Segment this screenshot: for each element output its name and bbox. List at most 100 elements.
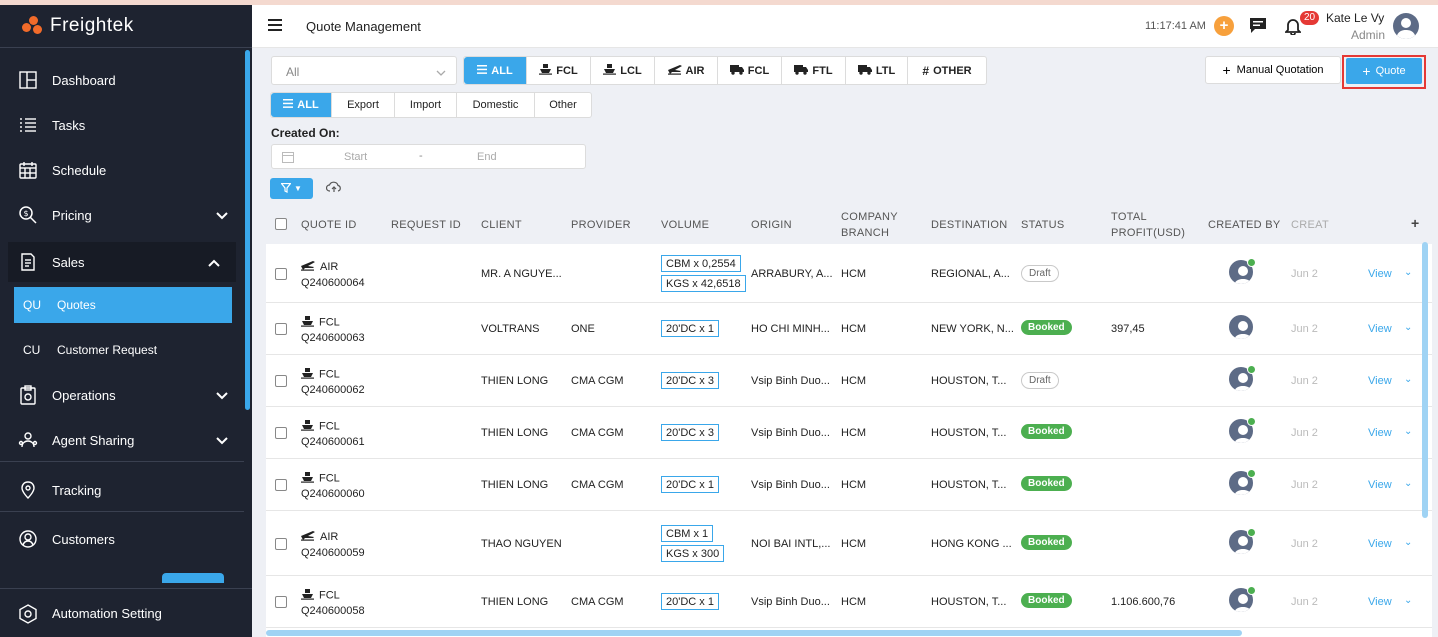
sidebar-item-dashboard[interactable]: Dashboard: [0, 60, 244, 100]
table-row[interactable]: FCL Q240600060 THIEN LONG CMA CGM 20'DC x 1 V…: [266, 459, 1432, 511]
quote-id[interactable]: Q240600061: [301, 436, 365, 448]
provider-name: ONE: [571, 323, 595, 335]
quick-add-button[interactable]: +: [1214, 16, 1234, 36]
page-title: Quote Management: [306, 19, 421, 34]
col-total-profit[interactable]: TOTAL PROFIT(USD): [1111, 209, 1185, 241]
chevron-down-icon[interactable]: ⌄: [1404, 322, 1412, 333]
col-destination[interactable]: DESTINATION: [931, 217, 1007, 233]
tab-scope-all[interactable]: ALL: [271, 93, 332, 117]
tab-fcl-truck[interactable]: FCL: [718, 57, 782, 84]
freightek-logo-icon: [22, 15, 44, 37]
col-client[interactable]: CLIENT: [481, 217, 522, 233]
filter-button[interactable]: ▼: [270, 178, 313, 199]
date-range-picker[interactable]: Start - End: [271, 144, 586, 169]
table-row[interactable]: AIR Q240600064 MR. A NGUYE... CBM x 0,2554 K…: [266, 244, 1432, 303]
plane-icon: [667, 64, 682, 78]
tab-export[interactable]: Export: [332, 93, 395, 117]
tab-other-scope[interactable]: Other: [535, 93, 591, 117]
cloud-upload-icon[interactable]: [325, 181, 342, 196]
sidebar-subitem-quotes[interactable]: QU Quotes: [14, 287, 232, 323]
sidebar-item-schedule[interactable]: Schedule: [0, 150, 244, 190]
add-quote-button[interactable]: + Quote: [1346, 58, 1422, 84]
view-link[interactable]: View: [1368, 268, 1392, 280]
chevron-down-icon[interactable]: ⌄: [1404, 537, 1412, 548]
tab-ltl[interactable]: LTL: [846, 57, 908, 84]
table-row[interactable]: FCL Q240600062 THIEN LONG CMA CGM 20'DC x 3 V…: [266, 355, 1432, 407]
col-created-at[interactable]: CREAT: [1291, 217, 1329, 233]
row-checkbox[interactable]: [275, 375, 287, 387]
col-quote-id[interactable]: QUOTE ID: [301, 217, 357, 233]
quote-id[interactable]: Q240600059: [301, 547, 365, 559]
view-link[interactable]: View: [1368, 596, 1392, 608]
view-link[interactable]: View: [1368, 375, 1392, 387]
table-vertical-scrollbar[interactable]: [1422, 242, 1428, 518]
sidebar-item-automation-setting[interactable]: Automation Setting: [0, 588, 252, 637]
quote-id[interactable]: Q240600058: [301, 605, 365, 617]
type-select[interactable]: All: [271, 56, 457, 85]
chat-icon[interactable]: [1249, 17, 1267, 37]
bell-icon[interactable]: [1283, 17, 1303, 38]
sidebar-item-customers[interactable]: Customers: [0, 519, 244, 559]
chevron-down-icon[interactable]: ⌄: [1404, 267, 1412, 278]
row-checkbox[interactable]: [275, 427, 287, 439]
hamburger-menu-icon[interactable]: [268, 19, 282, 34]
row-checkbox[interactable]: [275, 479, 287, 491]
sidebar-item-operations[interactable]: Operations: [0, 375, 244, 415]
table-row[interactable]: AIR Q240600059 THAO NGUYEN CBM x 1 KGS x 300…: [266, 511, 1432, 576]
manual-quotation-button[interactable]: + Manual Quotation: [1205, 56, 1341, 84]
sidebar-item-agent-sharing[interactable]: Agent Sharing: [0, 420, 244, 460]
table-row[interactable]: FCL Q240600061 THIEN LONG CMA CGM 20'DC x 3 V…: [266, 407, 1432, 459]
volume-tag: 20'DC x 1: [661, 320, 719, 337]
sidebar-item-pricing[interactable]: $ Pricing: [0, 195, 244, 235]
sidebar-scrollbar[interactable]: [245, 50, 250, 410]
brand[interactable]: Freightek: [0, 5, 252, 48]
col-volume[interactable]: VOLUME: [661, 217, 709, 233]
tab-all[interactable]: ALL: [464, 57, 527, 84]
view-link[interactable]: View: [1368, 323, 1392, 335]
add-column-icon[interactable]: +: [1411, 215, 1419, 231]
tab-ftl[interactable]: FTL: [782, 57, 846, 84]
col-created-by[interactable]: CREATED BY: [1208, 217, 1280, 233]
user-name[interactable]: Kate Le Vy: [1326, 11, 1384, 25]
chevron-down-icon[interactable]: ⌄: [1404, 595, 1412, 606]
sidebar-subitem-customer-request[interactable]: CU Customer Request: [14, 332, 232, 368]
tab-import[interactable]: Import: [395, 93, 457, 117]
col-company-branch[interactable]: COMPANY BRANCH: [841, 209, 898, 241]
tab-fcl-sea[interactable]: FCL: [527, 57, 591, 84]
chevron-down-icon[interactable]: ⌄: [1404, 478, 1412, 489]
view-link[interactable]: View: [1368, 538, 1392, 550]
avatar[interactable]: [1393, 13, 1419, 39]
online-indicator: [1247, 528, 1256, 537]
table-horizontal-scrollbar[interactable]: [266, 630, 1242, 636]
row-checkbox[interactable]: [275, 268, 287, 280]
chevron-down-icon[interactable]: ⌄: [1404, 374, 1412, 385]
row-checkbox[interactable]: [275, 538, 287, 550]
sidebar-item-sales[interactable]: Sales: [8, 242, 236, 282]
quote-id[interactable]: Q240600064: [301, 277, 365, 289]
row-checkbox[interactable]: [275, 323, 287, 335]
avatar[interactable]: [1227, 313, 1255, 341]
tab-other-type[interactable]: # OTHER: [908, 57, 986, 84]
sidebar-item-tasks[interactable]: Tasks: [0, 105, 244, 145]
col-status[interactable]: STATUS: [1021, 217, 1065, 233]
view-link[interactable]: View: [1368, 479, 1392, 491]
view-link[interactable]: View: [1368, 427, 1392, 439]
date-end-input[interactable]: End: [477, 151, 497, 163]
row-checkbox[interactable]: [275, 596, 287, 608]
client-name: MR. A NGUYE...: [481, 268, 562, 280]
col-provider[interactable]: PROVIDER: [571, 217, 631, 233]
table-row[interactable]: FCL Q240600058 THIEN LONG CMA CGM 20'DC x 1 V…: [266, 576, 1432, 628]
chevron-down-icon[interactable]: ⌄: [1404, 426, 1412, 437]
quote-id[interactable]: Q240600063: [301, 332, 365, 344]
date-start-input[interactable]: Start: [344, 151, 367, 163]
tab-lcl[interactable]: LCL: [591, 57, 655, 84]
table-row[interactable]: FCL Q240600063 VOLTRANS ONE 20'DC x 1 HO CHI …: [266, 303, 1432, 355]
tab-domestic[interactable]: Domestic: [457, 93, 535, 117]
col-origin[interactable]: ORIGIN: [751, 217, 792, 233]
quote-id[interactable]: Q240600060: [301, 488, 365, 500]
sidebar-item-tracking[interactable]: Tracking: [0, 470, 244, 510]
col-request-id[interactable]: REQUEST ID: [391, 217, 461, 233]
tab-air[interactable]: AIR: [655, 57, 718, 84]
quote-id[interactable]: Q240600062: [301, 384, 365, 396]
select-all-checkbox[interactable]: [275, 218, 287, 230]
